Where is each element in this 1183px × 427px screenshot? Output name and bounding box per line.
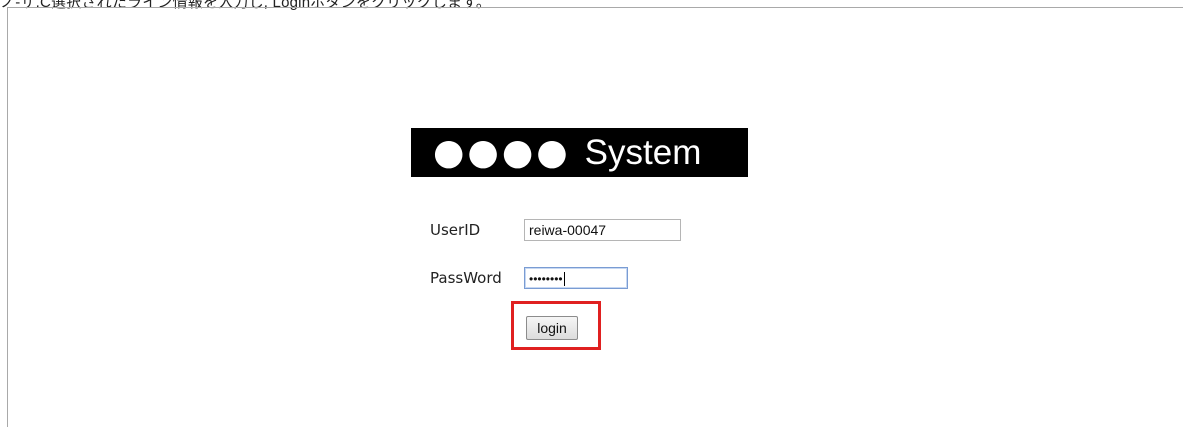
text-caret [563, 272, 565, 287]
logo-dots: ●●●● [433, 132, 571, 173]
login-button[interactable]: login [526, 316, 578, 340]
userid-value: reiwa-00047 [529, 222, 607, 238]
userid-input[interactable]: reiwa-00047 [524, 219, 681, 241]
userid-label: UserID [430, 221, 481, 239]
password-input[interactable]: •••••••• [524, 267, 628, 289]
password-value: •••••••• [529, 272, 563, 286]
logo-text: System [584, 133, 702, 172]
system-logo: ●●●● System [411, 128, 748, 177]
password-label: PassWord [430, 269, 502, 287]
page-frame [7, 7, 1183, 427]
